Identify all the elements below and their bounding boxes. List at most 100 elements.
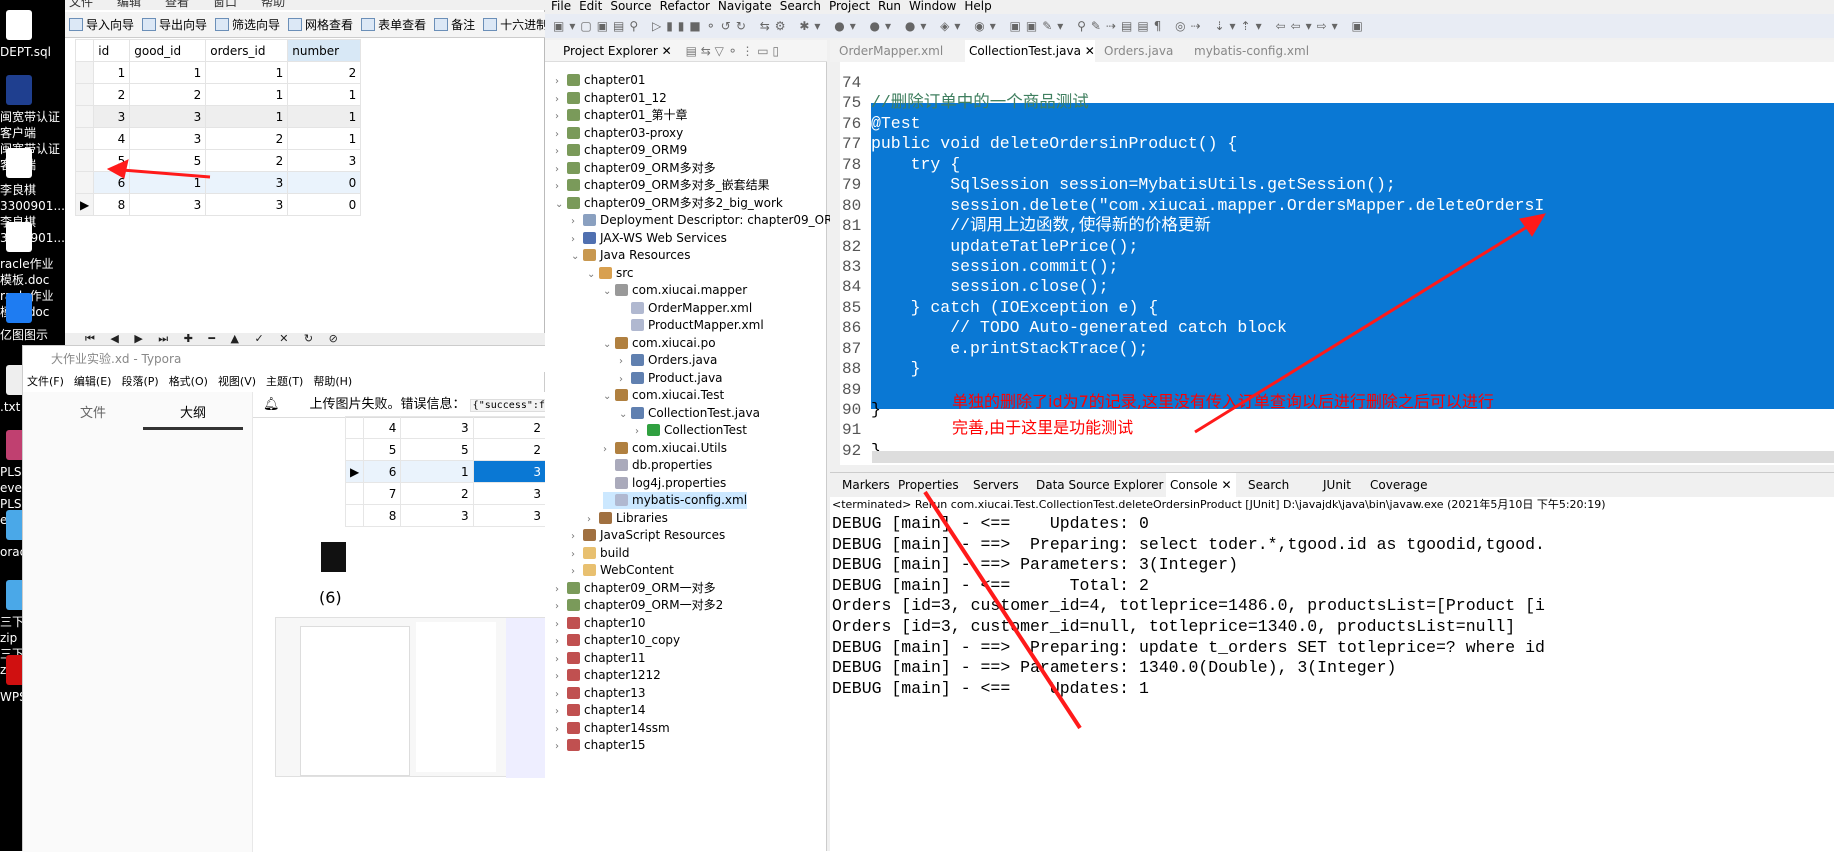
column-header[interactable]: id bbox=[93, 39, 131, 62]
menu-item[interactable]: Run bbox=[878, 0, 901, 13]
table-row[interactable]: 4321 bbox=[74, 127, 362, 150]
grid-cell[interactable]: 3 bbox=[205, 171, 289, 194]
tree-item[interactable]: OrderMapper.xml bbox=[619, 300, 752, 317]
bell-icon[interactable]: 🔔︎ bbox=[263, 397, 280, 412]
chevron-right-icon[interactable]: › bbox=[587, 511, 599, 528]
tree-item[interactable]: › JAX-WS Web Services bbox=[571, 230, 727, 247]
tree-item[interactable]: › chapter10_copy bbox=[555, 632, 680, 649]
grid-cell[interactable]: 3 bbox=[129, 105, 207, 128]
tree-item[interactable]: › Libraries bbox=[587, 510, 668, 527]
tree-item[interactable]: › chapter09_ORM一对多2 bbox=[555, 597, 723, 614]
tab-files[interactable]: 文件 bbox=[43, 402, 143, 421]
menu-item[interactable]: Window bbox=[909, 0, 956, 13]
menu-item[interactable]: 窗口 bbox=[213, 0, 237, 9]
panel-tab[interactable]: Servers bbox=[973, 473, 1019, 497]
grid-cell[interactable]: 8 bbox=[93, 193, 131, 216]
code-line[interactable]: } bbox=[871, 400, 881, 420]
toolbar-button[interactable]: 导入向导 bbox=[69, 16, 134, 33]
code-line[interactable]: // TODO Auto-generated catch block bbox=[871, 318, 1287, 338]
grid-cell[interactable]: 1 bbox=[205, 61, 289, 84]
panel-tab[interactable]: JUnit bbox=[1323, 473, 1351, 497]
code-line[interactable]: e.printStackTrace(); bbox=[871, 339, 1148, 359]
table-row[interactable]: ▶ 8 3 3 0 bbox=[74, 193, 362, 216]
grid-cell[interactable]: 6 bbox=[93, 171, 131, 194]
menu-item[interactable]: 帮助 bbox=[261, 0, 285, 9]
chevron-right-icon[interactable]: › bbox=[555, 598, 567, 615]
editor-tab[interactable]: CollectionTest.java ✕ bbox=[965, 40, 1095, 62]
panel-tab[interactable]: Data Source Explorer bbox=[1036, 473, 1163, 497]
grid-cell[interactable]: 3 bbox=[129, 193, 207, 216]
grid-cell[interactable]: 0 bbox=[287, 193, 362, 216]
chevron-right-icon[interactable]: › bbox=[571, 528, 583, 545]
grid-cell[interactable]: 2 bbox=[205, 127, 289, 150]
grid-cell[interactable]: 3 bbox=[287, 149, 362, 172]
tree-item[interactable]: ⌄ chapter09_ORM多对多2_big_work bbox=[555, 195, 783, 212]
grid-cell[interactable]: 5 bbox=[129, 149, 207, 172]
tree-item[interactable]: › chapter14 bbox=[555, 702, 645, 719]
menu-item[interactable]: Navigate bbox=[718, 0, 772, 13]
code-line[interactable]: } bbox=[871, 359, 921, 379]
tree-item[interactable]: › chapter09_ORM一对多 bbox=[555, 580, 716, 597]
grid-cell[interactable]: 2 bbox=[93, 83, 131, 106]
chevron-right-icon[interactable]: › bbox=[555, 633, 567, 650]
toolbar-button[interactable]: 筛选向导 bbox=[215, 16, 280, 33]
tree-item[interactable]: › chapter01 bbox=[555, 72, 645, 89]
menu-item[interactable]: 视图(V) bbox=[218, 375, 256, 388]
tree-item[interactable]: › build bbox=[571, 545, 630, 562]
chevron-down-icon[interactable]: ⌄ bbox=[603, 388, 615, 405]
chevron-right-icon[interactable]: › bbox=[555, 126, 567, 143]
tree-item[interactable]: › chapter09_ORM多对多_嵌套结果 bbox=[555, 177, 770, 194]
tree-item[interactable]: › chapter14ssm bbox=[555, 720, 670, 737]
view-toolbar-icons[interactable]: ▤ ⇆ ▽ ⚬ ⋮ ▭ ▯ bbox=[686, 44, 780, 58]
grid-cell[interactable]: 1 bbox=[129, 171, 207, 194]
tree-item[interactable]: log4j.properties bbox=[603, 475, 726, 492]
menu-item[interactable]: Help bbox=[964, 0, 991, 13]
chevron-right-icon[interactable]: › bbox=[619, 371, 631, 388]
chevron-right-icon[interactable]: › bbox=[555, 651, 567, 668]
menu-item[interactable]: 查看 bbox=[165, 0, 189, 9]
chevron-right-icon[interactable]: › bbox=[555, 721, 567, 738]
grid-cell[interactable]: 2 bbox=[129, 83, 207, 106]
tree-item[interactable]: ⌄ com.xiucai.mapper bbox=[603, 282, 747, 299]
tree-item[interactable]: › chapter09_ORM9 bbox=[555, 142, 687, 159]
tree-item[interactable]: › chapter13 bbox=[555, 685, 645, 702]
table-row[interactable]: 1112 bbox=[74, 61, 362, 84]
code-editor[interactable]: OrderMapper.xml CollectionTest.java ✕ Orde… bbox=[830, 40, 1834, 465]
chevron-down-icon[interactable]: ⌄ bbox=[587, 266, 599, 283]
tree-item[interactable]: › com.xiucai.Utils bbox=[603, 440, 727, 457]
grid-cell[interactable]: 3 bbox=[205, 193, 289, 216]
editor-tab[interactable]: OrderMapper.xml bbox=[835, 40, 943, 62]
tree-item[interactable]: ⌄ src bbox=[587, 265, 634, 282]
panel-tab[interactable]: Markers bbox=[842, 473, 890, 497]
tree-item[interactable]: ⌄ com.xiucai.Test bbox=[603, 387, 724, 404]
tree-item[interactable]: › Orders.java bbox=[619, 352, 717, 369]
menu-item[interactable]: Edit bbox=[579, 0, 602, 13]
column-header[interactable]: orders_id bbox=[205, 39, 289, 62]
code-line[interactable]: //删除订单中的一个商品测试 bbox=[871, 93, 1089, 113]
menu-item[interactable]: Source bbox=[610, 0, 651, 13]
menu-item[interactable]: 文件(F) bbox=[27, 375, 64, 388]
code-line[interactable]: SqlSession session=MybatisUtils.getSessi… bbox=[871, 175, 1396, 195]
tree-item[interactable]: › chapter1212 bbox=[555, 667, 661, 684]
horizontal-scrollbar[interactable] bbox=[872, 451, 1834, 463]
desktop-icon[interactable]: 亿图图示 bbox=[0, 293, 65, 343]
chevron-right-icon[interactable]: › bbox=[555, 668, 567, 685]
chevron-right-icon[interactable]: › bbox=[555, 581, 567, 598]
project-explorer-tab[interactable]: Project Explorer bbox=[563, 44, 658, 58]
chevron-right-icon[interactable]: › bbox=[571, 563, 583, 580]
panel-tab[interactable]: Console ✕ bbox=[1166, 473, 1236, 497]
panel-tab[interactable]: Coverage bbox=[1370, 473, 1428, 497]
tree-item[interactable]: › Product.java bbox=[619, 370, 723, 387]
menu-item[interactable]: 段落(P) bbox=[121, 375, 158, 388]
grid-cell[interactable]: 3 bbox=[129, 127, 207, 150]
tree-item[interactable]: ⌄ Java Resources bbox=[571, 247, 690, 264]
code-line[interactable]: session.delete("com.xiucai.mapper.Orders… bbox=[871, 196, 1544, 216]
code-line[interactable]: } catch (IOException e) { bbox=[871, 298, 1159, 318]
tree-item[interactable]: › chapter10 bbox=[555, 615, 645, 632]
menu-item[interactable]: Project bbox=[829, 0, 870, 13]
chevron-down-icon[interactable]: ⌄ bbox=[571, 248, 583, 265]
table-row[interactable]: 2211 bbox=[74, 83, 362, 106]
panel-tab[interactable]: Search bbox=[1248, 473, 1289, 497]
code-line[interactable]: updateTatlePrice(); bbox=[871, 237, 1138, 257]
chevron-right-icon[interactable]: › bbox=[619, 353, 631, 370]
